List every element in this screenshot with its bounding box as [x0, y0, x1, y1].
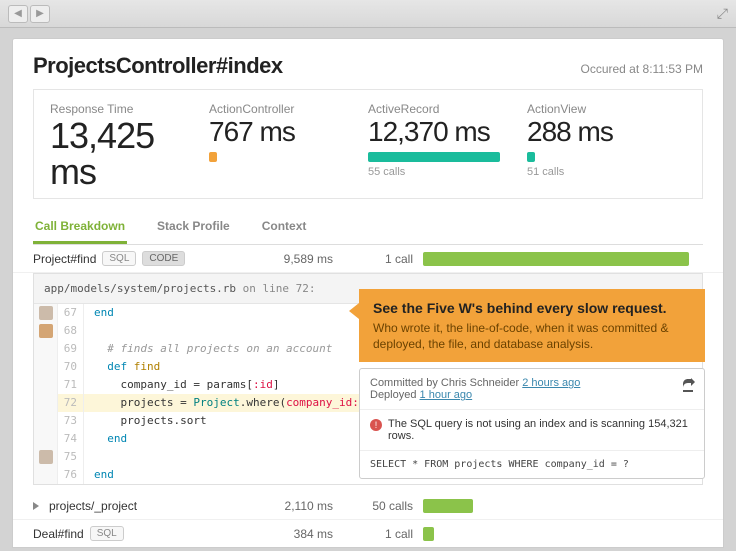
commit-header: Committed by Chris Schneider 2 hours ago…	[360, 369, 704, 410]
breakdown-row[interactable]: projects/_project 2,110 ms 50 calls	[13, 493, 723, 520]
tab-call-breakdown[interactable]: Call Breakdown	[33, 213, 127, 244]
code-text: end	[84, 430, 127, 448]
blame-gutter	[34, 394, 58, 412]
line-number: 69	[58, 340, 84, 358]
code-text: end	[84, 466, 114, 484]
page-title: ProjectsController#index	[33, 53, 283, 79]
row-time: 384 ms	[243, 527, 333, 541]
nav-arrows: ◀ ▶	[8, 5, 50, 23]
line-number: 67	[58, 304, 84, 322]
sql-query: SELECT * FROM projects WHERE company_id …	[360, 451, 704, 478]
tabs: Call Breakdown Stack Profile Context	[33, 213, 703, 245]
metric-action-controller: ActionController 767 ms	[209, 102, 368, 190]
code-text: def find	[84, 358, 160, 376]
expand-icon[interactable]: ⤢	[717, 5, 728, 22]
sql-warning: ! The SQL query is not using an index an…	[360, 410, 704, 451]
line-number: 73	[58, 412, 84, 430]
trace-panel: ProjectsController#index Occured at 8:11…	[12, 38, 724, 548]
line-number: 68	[58, 322, 84, 340]
line-number: 70	[58, 358, 84, 376]
row-bar	[423, 252, 703, 266]
code-text	[84, 322, 94, 340]
row-name: Deal#findSQL	[33, 526, 233, 541]
committed-ago-link[interactable]: 2 hours ago	[522, 377, 580, 389]
row-bar	[423, 499, 703, 513]
tag-code[interactable]: CODE	[142, 251, 185, 266]
blame-gutter	[34, 304, 58, 322]
line-number: 76	[58, 466, 84, 484]
blame-gutter	[34, 412, 58, 430]
author-avatar[interactable]	[39, 450, 53, 464]
line-number: 71	[58, 376, 84, 394]
line-number: 72	[58, 394, 84, 412]
blame-gutter	[34, 448, 58, 466]
blame-gutter	[34, 340, 58, 358]
window-toolbar: ◀ ▶ ⤢	[0, 0, 736, 28]
bar-action-view	[527, 152, 535, 162]
callout-subtitle: Who wrote it, the line-of-code, when it …	[373, 320, 691, 352]
breakdown-row[interactable]: Deal#findSQL 384 ms 1 call	[13, 520, 723, 548]
occurred-at: Occured at 8:11:53 PM	[580, 62, 703, 76]
code-text: end	[84, 304, 114, 322]
row-calls: 1 call	[343, 527, 413, 541]
author-avatar[interactable]	[39, 324, 53, 338]
back-button[interactable]: ◀	[8, 5, 28, 23]
blame-gutter	[34, 322, 58, 340]
panel-header: ProjectsController#index Occured at 8:11…	[13, 39, 723, 89]
callout-title: See the Five W's behind every slow reque…	[373, 299, 691, 318]
share-icon[interactable]	[680, 377, 696, 393]
deployed-ago-link[interactable]: 1 hour ago	[420, 389, 473, 401]
metric-action-view: ActionView 288 ms 51 calls	[527, 102, 686, 190]
bar-active-record	[368, 152, 500, 162]
row-calls: 1 call	[343, 252, 413, 266]
row-name: Project#findSQLCODE	[33, 251, 233, 266]
bar-action-controller	[209, 152, 217, 162]
tab-context[interactable]: Context	[260, 213, 309, 244]
callout-banner: See the Five W's behind every slow reque…	[359, 289, 705, 362]
commit-details: Committed by Chris Schneider 2 hours ago…	[359, 368, 705, 479]
line-number: 74	[58, 430, 84, 448]
metrics-summary: Response Time 13,425 ms ActionController…	[33, 89, 703, 199]
author-avatar[interactable]	[39, 306, 53, 320]
tag-sql[interactable]: SQL	[102, 251, 136, 266]
row-name: projects/_project	[33, 499, 233, 513]
error-icon: !	[370, 419, 382, 431]
line-number: 75	[58, 448, 84, 466]
blame-gutter	[34, 376, 58, 394]
row-time: 9,589 ms	[243, 252, 333, 266]
code-text	[84, 448, 94, 466]
expand-icon[interactable]	[33, 502, 39, 510]
annotation-popup: See the Five W's behind every slow reque…	[359, 289, 705, 479]
blame-gutter	[34, 430, 58, 448]
row-time: 2,110 ms	[243, 499, 333, 513]
code-text: company_id = params[:id]	[84, 376, 279, 394]
metric-response-time: Response Time 13,425 ms	[50, 102, 209, 190]
forward-button[interactable]: ▶	[30, 5, 50, 23]
tag-sql[interactable]: SQL	[90, 526, 124, 541]
tab-stack-profile[interactable]: Stack Profile	[155, 213, 232, 244]
code-text: projects.sort	[84, 412, 207, 430]
code-text: # finds all projects on an account	[84, 340, 332, 358]
metric-active-record: ActiveRecord 12,370 ms 55 calls	[368, 102, 527, 190]
blame-gutter	[34, 466, 58, 484]
row-bar	[423, 527, 703, 541]
row-calls: 50 calls	[343, 499, 413, 513]
breakdown-row[interactable]: Project#findSQLCODE9,589 ms1 call	[13, 245, 723, 273]
blame-gutter	[34, 358, 58, 376]
